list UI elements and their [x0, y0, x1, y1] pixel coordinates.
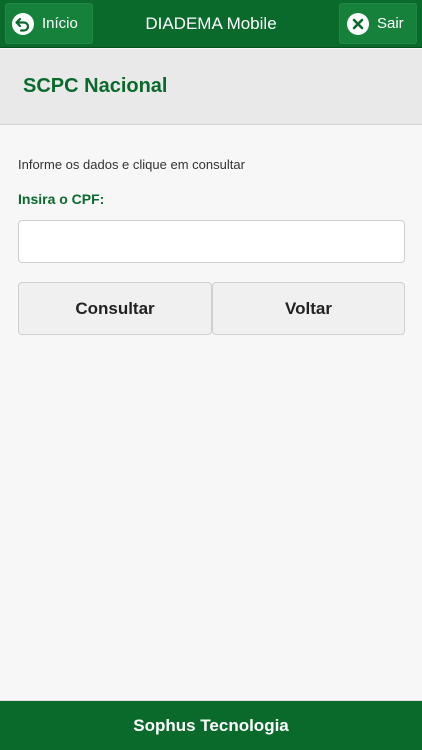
footer-text: Sophus Tecnologia [133, 715, 289, 735]
exit-button[interactable]: Sair [339, 3, 417, 44]
close-icon [347, 12, 369, 35]
home-button-label: Início [42, 15, 78, 32]
exit-button-label: Sair [377, 15, 404, 32]
consultar-button[interactable]: Consultar [18, 282, 212, 335]
back-arrow-icon [12, 12, 34, 35]
instructions-text: Informe os dados e clique em consultar [18, 157, 245, 172]
top-bar: Início DIADEMA Mobile Sair [0, 0, 422, 48]
footer: Sophus Tecnologia [0, 700, 422, 750]
voltar-button[interactable]: Voltar [212, 282, 405, 335]
cpf-label: Insira o CPF: [18, 191, 105, 207]
cpf-input[interactable] [18, 220, 405, 263]
page-header: SCPC Nacional [0, 49, 422, 125]
home-button[interactable]: Início [5, 3, 93, 44]
page-title: SCPC Nacional [23, 75, 168, 97]
app-screen: Início DIADEMA Mobile Sair SCPC Nacional… [0, 0, 422, 750]
